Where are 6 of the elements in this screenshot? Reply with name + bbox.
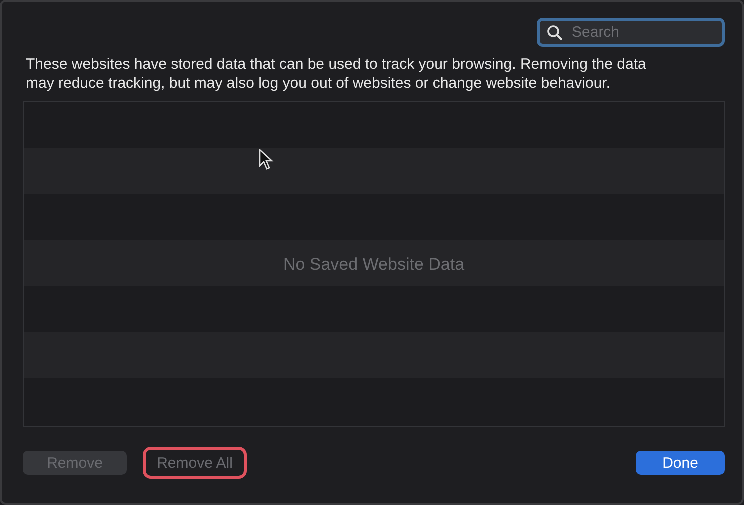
done-button[interactable]: Done bbox=[636, 451, 725, 475]
search-field[interactable]: Search bbox=[537, 18, 725, 47]
search-icon bbox=[547, 25, 563, 41]
description-text: These websites have stored data that can be used to track your browsing. Removing the data may reduce tracking, but may also log you out of websites or change website behaviour. bbox=[26, 55, 648, 93]
empty-message: No Saved Website Data bbox=[282, 255, 466, 275]
cursor-icon bbox=[259, 149, 275, 171]
